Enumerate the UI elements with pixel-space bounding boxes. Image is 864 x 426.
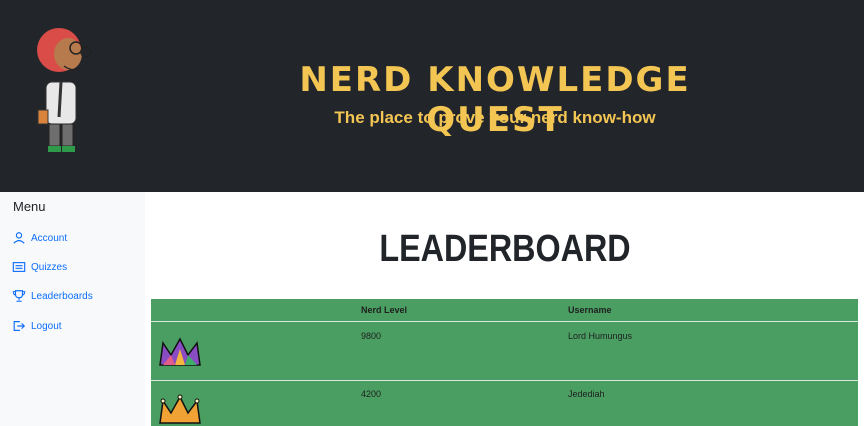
- site-title: NERD KNOWLEDGE QUEST: [299, 60, 691, 140]
- column-header-username: Username: [568, 305, 612, 315]
- list-icon: [12, 262, 26, 272]
- leaderboard-table: Nerd Level Username 9800 Lord Humungus 4…: [151, 299, 858, 426]
- table-header: Nerd Level Username: [151, 299, 858, 322]
- sidebar-item-logout[interactable]: Logout: [12, 319, 62, 333]
- sidebar-item-label: Logout: [31, 320, 62, 332]
- username-value: Jedediah: [568, 389, 605, 399]
- column-header-nerd-level: Nerd Level: [361, 305, 408, 315]
- site-header: NERD KNOWLEDGE QUEST The place to prove …: [0, 0, 864, 192]
- sidebar-item-leaderboards[interactable]: Leaderboards: [12, 289, 93, 303]
- page-title: LEADERBOARD: [379, 228, 631, 270]
- sidebar-item-quizzes[interactable]: Quizzes: [12, 260, 67, 274]
- sidebar-item-label: Account: [31, 232, 68, 244]
- sidebar-item-label: Quizzes: [31, 261, 68, 273]
- logout-icon: [13, 321, 26, 331]
- user-icon: [13, 232, 25, 244]
- table-row: 9800 Lord Humungus: [151, 323, 858, 381]
- sidebar-item-label: Leaderboards: [31, 290, 93, 302]
- table-row: 4200 Jedediah: [151, 381, 858, 426]
- nerd-level-value: 4200: [361, 389, 382, 399]
- orange-crown-icon: [159, 394, 201, 424]
- nerd-level-value: 9800: [361, 331, 382, 341]
- sidebar: Menu Account Quizzes Leaderboards Logout: [0, 192, 145, 426]
- trophy-icon: [12, 290, 26, 302]
- nerd-mascot-logo: [37, 28, 92, 152]
- sidebar-item-account[interactable]: Account: [12, 231, 67, 245]
- username-value: Lord Humungus: [568, 331, 633, 341]
- multicolor-crown-icon: [159, 337, 201, 366]
- menu-title: Menu: [13, 199, 46, 214]
- site-subtitle: The place to prove your nerd know-how: [334, 108, 656, 127]
